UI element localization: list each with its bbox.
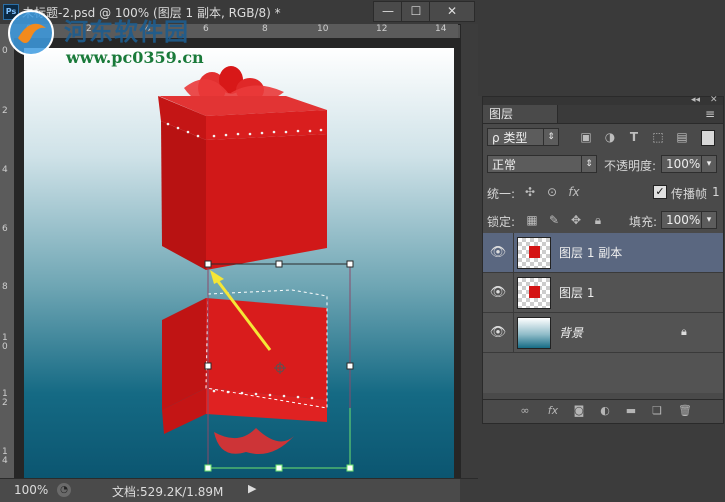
- unify-style-icon[interactable]: fx: [567, 185, 581, 199]
- link-layers-icon[interactable]: ∞: [517, 404, 533, 418]
- layer-thumbnail[interactable]: [517, 317, 551, 349]
- type-filter-icon[interactable]: T: [627, 130, 641, 144]
- lock-all-icon[interactable]: 🔒︎: [591, 213, 605, 227]
- propagate-value: 1: [712, 185, 720, 199]
- panel-tabbar: 图层 ≡: [483, 105, 723, 124]
- panel-menu-icon[interactable]: ≡: [705, 107, 715, 121]
- layers-panel: ◂◂ ✕ 图层 ≡ ρ 类型 ⇕ ▣ ◑ T ⬚ ▤ 正常 ⇕ 不透明度: 10…: [482, 95, 724, 424]
- panel-footer: ∞ fx ◙ ◐ ▬ ❏ 🗑︎: [483, 399, 723, 422]
- smart-object-filter-icon[interactable]: ▤: [675, 130, 689, 144]
- lock-transparency-icon[interactable]: ▦: [525, 213, 539, 227]
- ruler-tick-label: 12: [376, 24, 388, 34]
- chevron-down-icon[interactable]: ▾: [701, 156, 716, 172]
- new-group-icon[interactable]: ▬: [623, 404, 639, 418]
- propagate-label: 传播帧: [671, 187, 708, 201]
- layer-filter-select[interactable]: ρ 类型 ⇕: [487, 128, 559, 146]
- blend-mode-value: 正常: [492, 158, 517, 172]
- status-info-icon[interactable]: ◔: [57, 483, 71, 497]
- canvas-area[interactable]: [14, 38, 460, 478]
- ruler-tick-label: 4: [2, 165, 8, 175]
- add-style-icon[interactable]: fx: [545, 404, 561, 418]
- layer-thumbnail[interactable]: [517, 277, 551, 309]
- visibility-eye-icon[interactable]: 👁︎: [483, 273, 514, 312]
- watermark-url: www.pc0359.cn: [66, 48, 204, 67]
- ruler-tick-label: 10: [317, 24, 329, 34]
- layer-row-background[interactable]: 👁︎ 背景 🔒︎: [483, 313, 723, 353]
- visibility-eye-icon[interactable]: 👁︎: [483, 313, 514, 352]
- layer-name[interactable]: 背景: [559, 324, 583, 341]
- close-button[interactable]: ✕: [429, 1, 475, 22]
- zoom-level[interactable]: 100%: [14, 483, 48, 497]
- propagate-checkbox[interactable]: ✓: [653, 185, 667, 199]
- ruler-tick-label: 14: [435, 24, 447, 34]
- layer-row-layer1[interactable]: 👁︎ 图层 1: [483, 273, 723, 313]
- ruler-tick-label: 6: [2, 224, 8, 234]
- layer-lock-icon: 🔒︎: [681, 325, 687, 338]
- new-layer-icon[interactable]: ❏: [649, 404, 665, 418]
- ruler-tick-label: 1 2: [2, 389, 8, 408]
- unify-label: 统一:: [487, 187, 516, 201]
- status-bar: 100% ◔ 文档:529.2K/1.89M ▶: [0, 478, 478, 502]
- delete-layer-icon[interactable]: 🗑︎: [677, 404, 693, 418]
- ruler-tick-label: 2: [2, 106, 8, 116]
- gift-box-artwork: [158, 66, 354, 472]
- lock-position-icon[interactable]: ✥: [569, 213, 583, 227]
- ruler-tick-label: 1 4: [2, 447, 8, 466]
- opacity-label: 不透明度:: [604, 159, 657, 173]
- watermark-name: 河东软件园: [64, 18, 189, 46]
- watermark-logo-icon: [8, 10, 54, 56]
- shape-filter-icon[interactable]: ⬚: [651, 130, 665, 144]
- fill-input[interactable]: 100% ▾: [661, 211, 717, 229]
- layer-name[interactable]: 图层 1 副本: [559, 244, 622, 261]
- opacity-input[interactable]: 100% ▾: [661, 155, 717, 173]
- layer-row-layer1-copy[interactable]: 👁︎ 图层 1 副本: [483, 233, 723, 273]
- blend-mode-select[interactable]: 正常 ⇕: [487, 155, 597, 173]
- new-adjustment-icon[interactable]: ◐: [597, 404, 613, 418]
- layer-list: 👁︎ 图层 1 副本 👁︎ 图层 1 👁︎ 背景 🔒︎: [483, 233, 723, 393]
- add-mask-icon[interactable]: ◙: [571, 404, 587, 418]
- layer-thumbnail[interactable]: [517, 237, 551, 269]
- minimize-button[interactable]: —: [373, 1, 403, 22]
- document-canvas[interactable]: [24, 48, 454, 478]
- unify-position-icon[interactable]: ✣: [523, 185, 537, 199]
- panel-topbar[interactable]: ◂◂ ✕: [483, 95, 723, 105]
- document-size-info: 文档:529.2K/1.89M: [112, 485, 224, 499]
- pixel-filter-icon[interactable]: ▣: [579, 130, 593, 144]
- fill-value: 100%: [666, 213, 701, 227]
- chevron-updown-icon: ⇕: [543, 129, 558, 145]
- status-menu-arrow-icon[interactable]: ▶: [248, 482, 262, 498]
- visibility-eye-icon[interactable]: 👁︎: [483, 233, 514, 272]
- layer-name[interactable]: 图层 1: [559, 284, 594, 301]
- lock-label: 锁定:: [487, 215, 516, 229]
- document-window: Ps 未标题-2.psd @ 100% (图层 1 副本, RGB/8) * —…: [0, 0, 479, 502]
- chevron-updown-icon: ⇕: [581, 156, 596, 172]
- ruler-tick-label: 1 0: [2, 333, 8, 352]
- ruler-tick-label: 8: [262, 24, 268, 34]
- collapse-panel-icon[interactable]: ◂◂: [691, 95, 700, 105]
- scroll-corner: [460, 479, 478, 502]
- layer-filter-value: ρ 类型: [492, 131, 528, 145]
- adjustment-filter-icon[interactable]: ◑: [603, 130, 617, 144]
- lock-pixels-icon[interactable]: ✎: [547, 213, 561, 227]
- panel-dock-background: [478, 0, 725, 96]
- panel-close-icon[interactable]: ✕: [710, 95, 718, 105]
- ruler-vertical[interactable]: 0 2 4 6 8 1 0 1 2 1 4: [0, 38, 15, 478]
- fill-label: 填充:: [629, 215, 658, 229]
- maximize-button[interactable]: ☐: [401, 1, 431, 22]
- ruler-tick-label: 8: [2, 282, 8, 292]
- opacity-value: 100%: [666, 157, 701, 171]
- vertical-scrollbar[interactable]: [460, 24, 479, 478]
- unify-visibility-icon[interactable]: ⊙: [545, 185, 559, 199]
- filter-toggle-icon[interactable]: [701, 130, 715, 146]
- chevron-down-icon[interactable]: ▾: [701, 212, 716, 228]
- ruler-tick-label: 6: [203, 24, 209, 34]
- tab-layers[interactable]: 图层: [483, 105, 558, 123]
